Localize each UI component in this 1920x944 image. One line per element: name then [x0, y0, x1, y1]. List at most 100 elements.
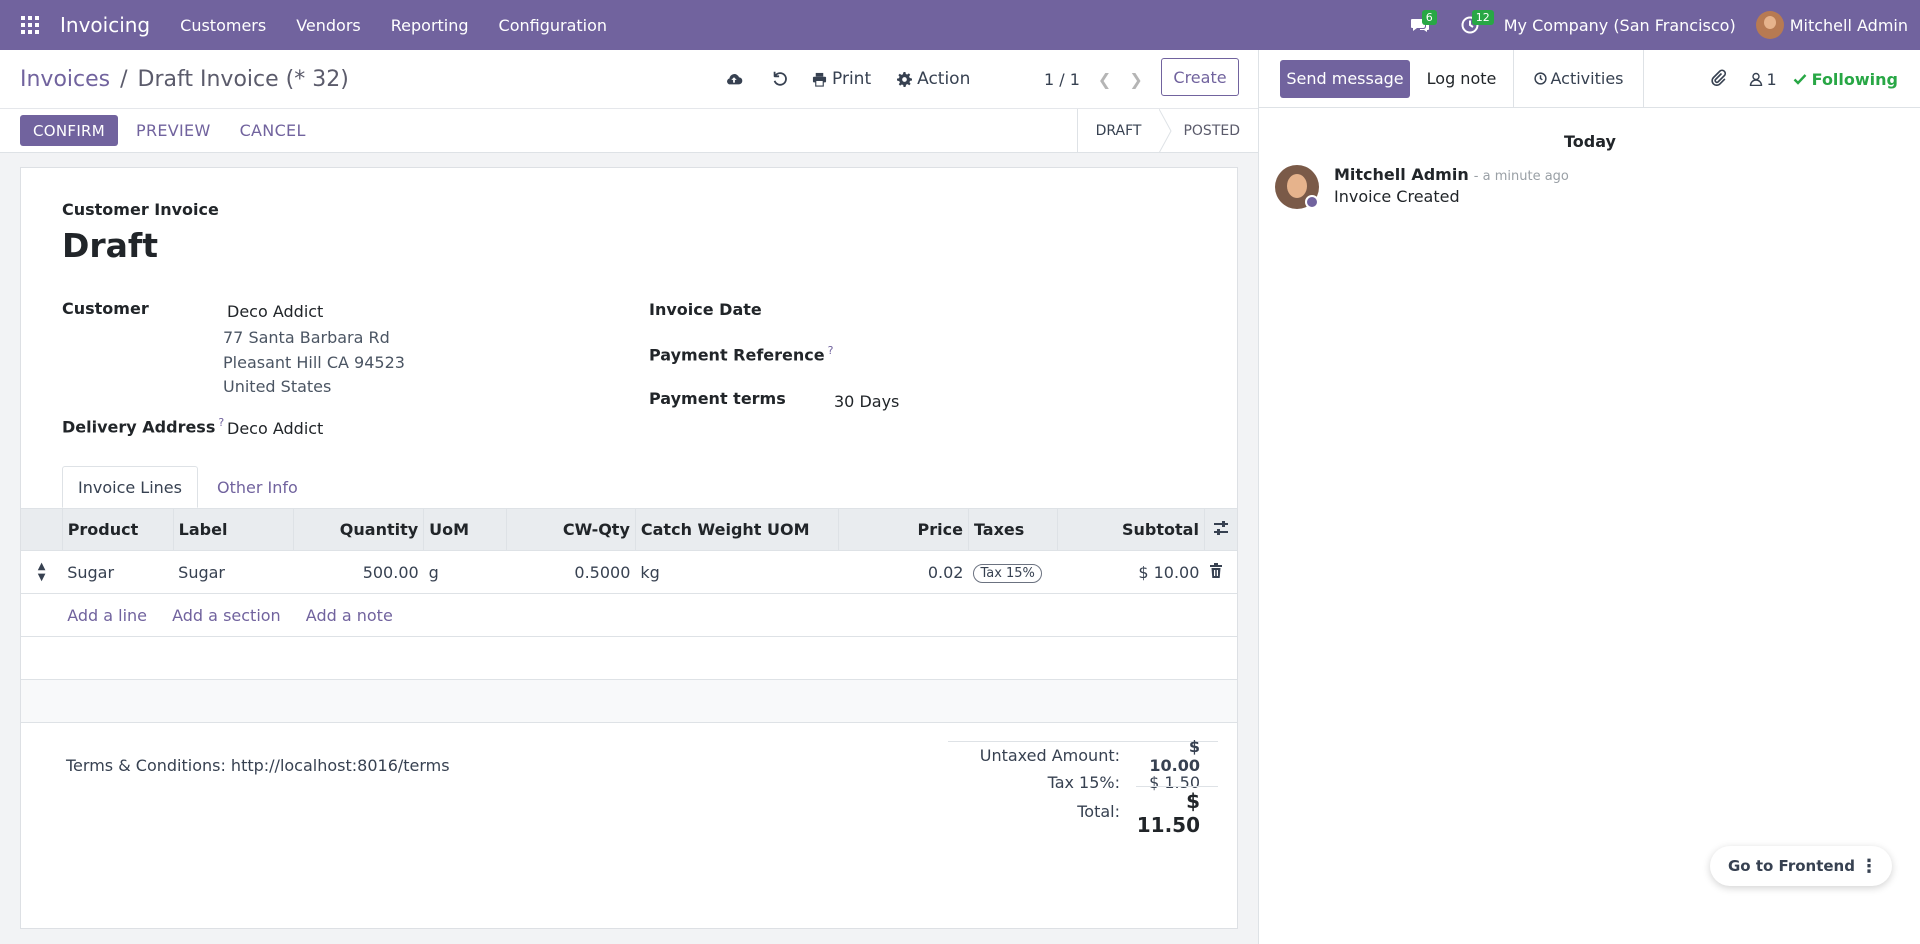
add-line-row: Add a line Add a section Add a note — [21, 593, 1237, 637]
customer-field[interactable]: Deco Addict — [227, 302, 323, 321]
cell-label[interactable]: Sugar — [173, 550, 294, 594]
terms-and-conditions: Terms & Conditions: http://localhost:801… — [66, 756, 450, 775]
menu-customers[interactable]: Customers — [180, 16, 266, 35]
discard-button[interactable] — [766, 65, 794, 93]
cell-price[interactable]: 0.02 — [838, 550, 969, 594]
payment-reference-label-text: Payment Reference — [649, 345, 825, 365]
column-catch-weight-uom[interactable]: Catch Weight UOM — [634, 508, 839, 551]
chatter-message: Mitchell Admin - a minute ago Invoice Cr… — [1275, 165, 1569, 209]
breadcrumb-invoices-link[interactable]: Invoices — [20, 67, 110, 92]
apps-menu-button[interactable] — [0, 0, 60, 50]
cancel-button[interactable]: CANCEL — [240, 121, 306, 140]
table-row[interactable]: ▲ ▼ Sugar Sugar 500.00 g 0.5000 kg 0.02 T… — [21, 550, 1237, 594]
payment-terms-field[interactable]: 30 Days — [834, 392, 899, 411]
tab-invoice-lines[interactable]: Invoice Lines — [62, 466, 198, 508]
drag-handle-icon[interactable]: ▲ ▼ — [21, 550, 63, 594]
column-label[interactable]: Label — [172, 508, 294, 551]
status-draft: DRAFT — [1095, 123, 1142, 139]
breadcrumb-separator: / — [120, 66, 128, 92]
menu-reporting[interactable]: Reporting — [391, 16, 469, 35]
send-message-button[interactable]: Send message — [1280, 59, 1410, 98]
cell-product[interactable]: Sugar — [62, 550, 174, 594]
column-taxes[interactable]: Taxes — [967, 508, 1058, 551]
activities-label: Activities — [1550, 69, 1624, 88]
delete-line-button[interactable] — [1204, 550, 1237, 594]
print-button[interactable]: Print — [812, 69, 871, 89]
document-type: Customer Invoice — [62, 200, 219, 219]
preview-button[interactable]: PREVIEW — [136, 121, 211, 140]
column-quantity[interactable]: Quantity — [292, 508, 424, 551]
column-uom[interactable]: UoM — [423, 508, 507, 551]
column-handle — [21, 508, 63, 551]
activities-schedule-button[interactable]: Activities — [1514, 49, 1644, 108]
help-icon[interactable]: ? — [218, 416, 224, 429]
delivery-address-field[interactable]: Deco Addict — [227, 419, 323, 438]
cell-quantity[interactable]: 500.00 — [293, 550, 424, 594]
cell-taxes[interactable]: Tax 15% — [968, 550, 1058, 594]
tab-other-info[interactable]: Other Info — [202, 466, 313, 508]
empty-row — [21, 636, 1237, 680]
control-panel: Invoices / Draft Invoice (* 32) Print Ac… — [0, 50, 1258, 153]
page-title: Draft — [62, 226, 159, 265]
column-subtotal[interactable]: Subtotal — [1056, 508, 1205, 551]
invoice-date-field[interactable] — [833, 294, 1213, 324]
add-line-link[interactable]: Add a line — [67, 606, 147, 625]
untaxed-value: $ 10.00 — [1149, 736, 1200, 775]
column-settings-button[interactable] — [1203, 508, 1237, 551]
following-button[interactable]: Following — [1793, 70, 1898, 89]
address-line-3: United States — [223, 377, 332, 396]
column-product[interactable]: Product — [61, 508, 174, 551]
cell-catch-weight-uom[interactable]: kg — [635, 550, 839, 594]
undo-icon — [773, 71, 787, 86]
tax-tag: Tax 15% — [973, 563, 1042, 583]
messages-count-badge: 6 — [1421, 10, 1437, 25]
company-switcher[interactable]: My Company (San Francisco) — [1504, 16, 1736, 35]
status-bar: DRAFT POSTED — [1076, 109, 1258, 153]
action-button[interactable]: Action — [897, 69, 970, 89]
cloud-upload-icon — [727, 74, 743, 85]
user-name: Mitchell Admin — [1789, 15, 1908, 35]
customer-address: 77 Santa Barbara Rd Pleasant Hill CA 945… — [223, 326, 405, 400]
check-icon — [1793, 74, 1807, 85]
messages-button[interactable]: 6 — [1400, 0, 1440, 50]
message-body: Invoice Created — [1334, 187, 1460, 206]
form-view: Invoices / Draft Invoice (* 32) Print Ac… — [0, 50, 1258, 944]
attachments-button[interactable] — [1709, 68, 1727, 90]
app-name[interactable]: Invoicing — [60, 13, 150, 37]
trash-icon — [1210, 562, 1223, 578]
column-price[interactable]: Price — [838, 508, 969, 551]
column-cw-qty[interactable]: CW-Qty — [506, 508, 636, 551]
more-vertical-icon[interactable]: ⋮ — [1860, 856, 1878, 877]
save-button[interactable] — [720, 65, 748, 93]
cell-uom[interactable]: g — [423, 550, 507, 594]
status-posted[interactable]: POSTED — [1173, 109, 1258, 153]
avatar[interactable] — [1275, 165, 1319, 209]
chevron-left-icon[interactable]: ❮ — [1098, 70, 1111, 89]
notebook-tabs: Invoice Lines Other Info — [21, 466, 1237, 508]
activities-button[interactable]: 12 — [1450, 0, 1494, 50]
add-section-link[interactable]: Add a section — [172, 606, 281, 625]
day-separator: Today — [1564, 132, 1616, 151]
menu-vendors[interactable]: Vendors — [296, 16, 361, 35]
followers-button[interactable]: 1 — [1749, 70, 1777, 89]
message-author[interactable]: Mitchell Admin — [1334, 165, 1469, 184]
online-status-icon — [1305, 195, 1319, 209]
total-row: Total: $ 11.50 — [948, 785, 1218, 837]
untaxed-row: Untaxed Amount: $ 10.00 — [948, 737, 1218, 775]
pager-value[interactable]: 1 / 1 — [1044, 70, 1080, 89]
go-to-frontend-button[interactable]: Go to Frontend — [1728, 857, 1855, 875]
totals-summary: Untaxed Amount: $ 10.00 Tax 15%: $ 1.50 … — [948, 737, 1218, 837]
print-label: Print — [832, 69, 872, 89]
payment-reference-field[interactable] — [833, 338, 1213, 368]
user-icon — [1750, 72, 1763, 86]
add-note-link[interactable]: Add a note — [306, 606, 393, 625]
tax-label: Tax 15%: — [1047, 773, 1120, 792]
menu-configuration[interactable]: Configuration — [499, 16, 608, 35]
cell-cw-qty[interactable]: 0.5000 — [506, 550, 636, 594]
delivery-address-label-text: Delivery Address — [62, 417, 216, 437]
confirm-button[interactable]: CONFIRM — [20, 115, 118, 146]
log-note-button[interactable]: Log note — [1410, 49, 1514, 108]
create-button[interactable]: Create — [1161, 58, 1239, 96]
chevron-right-icon[interactable]: ❯ — [1129, 70, 1142, 89]
user-menu[interactable]: Mitchell Admin — [1755, 11, 1908, 39]
